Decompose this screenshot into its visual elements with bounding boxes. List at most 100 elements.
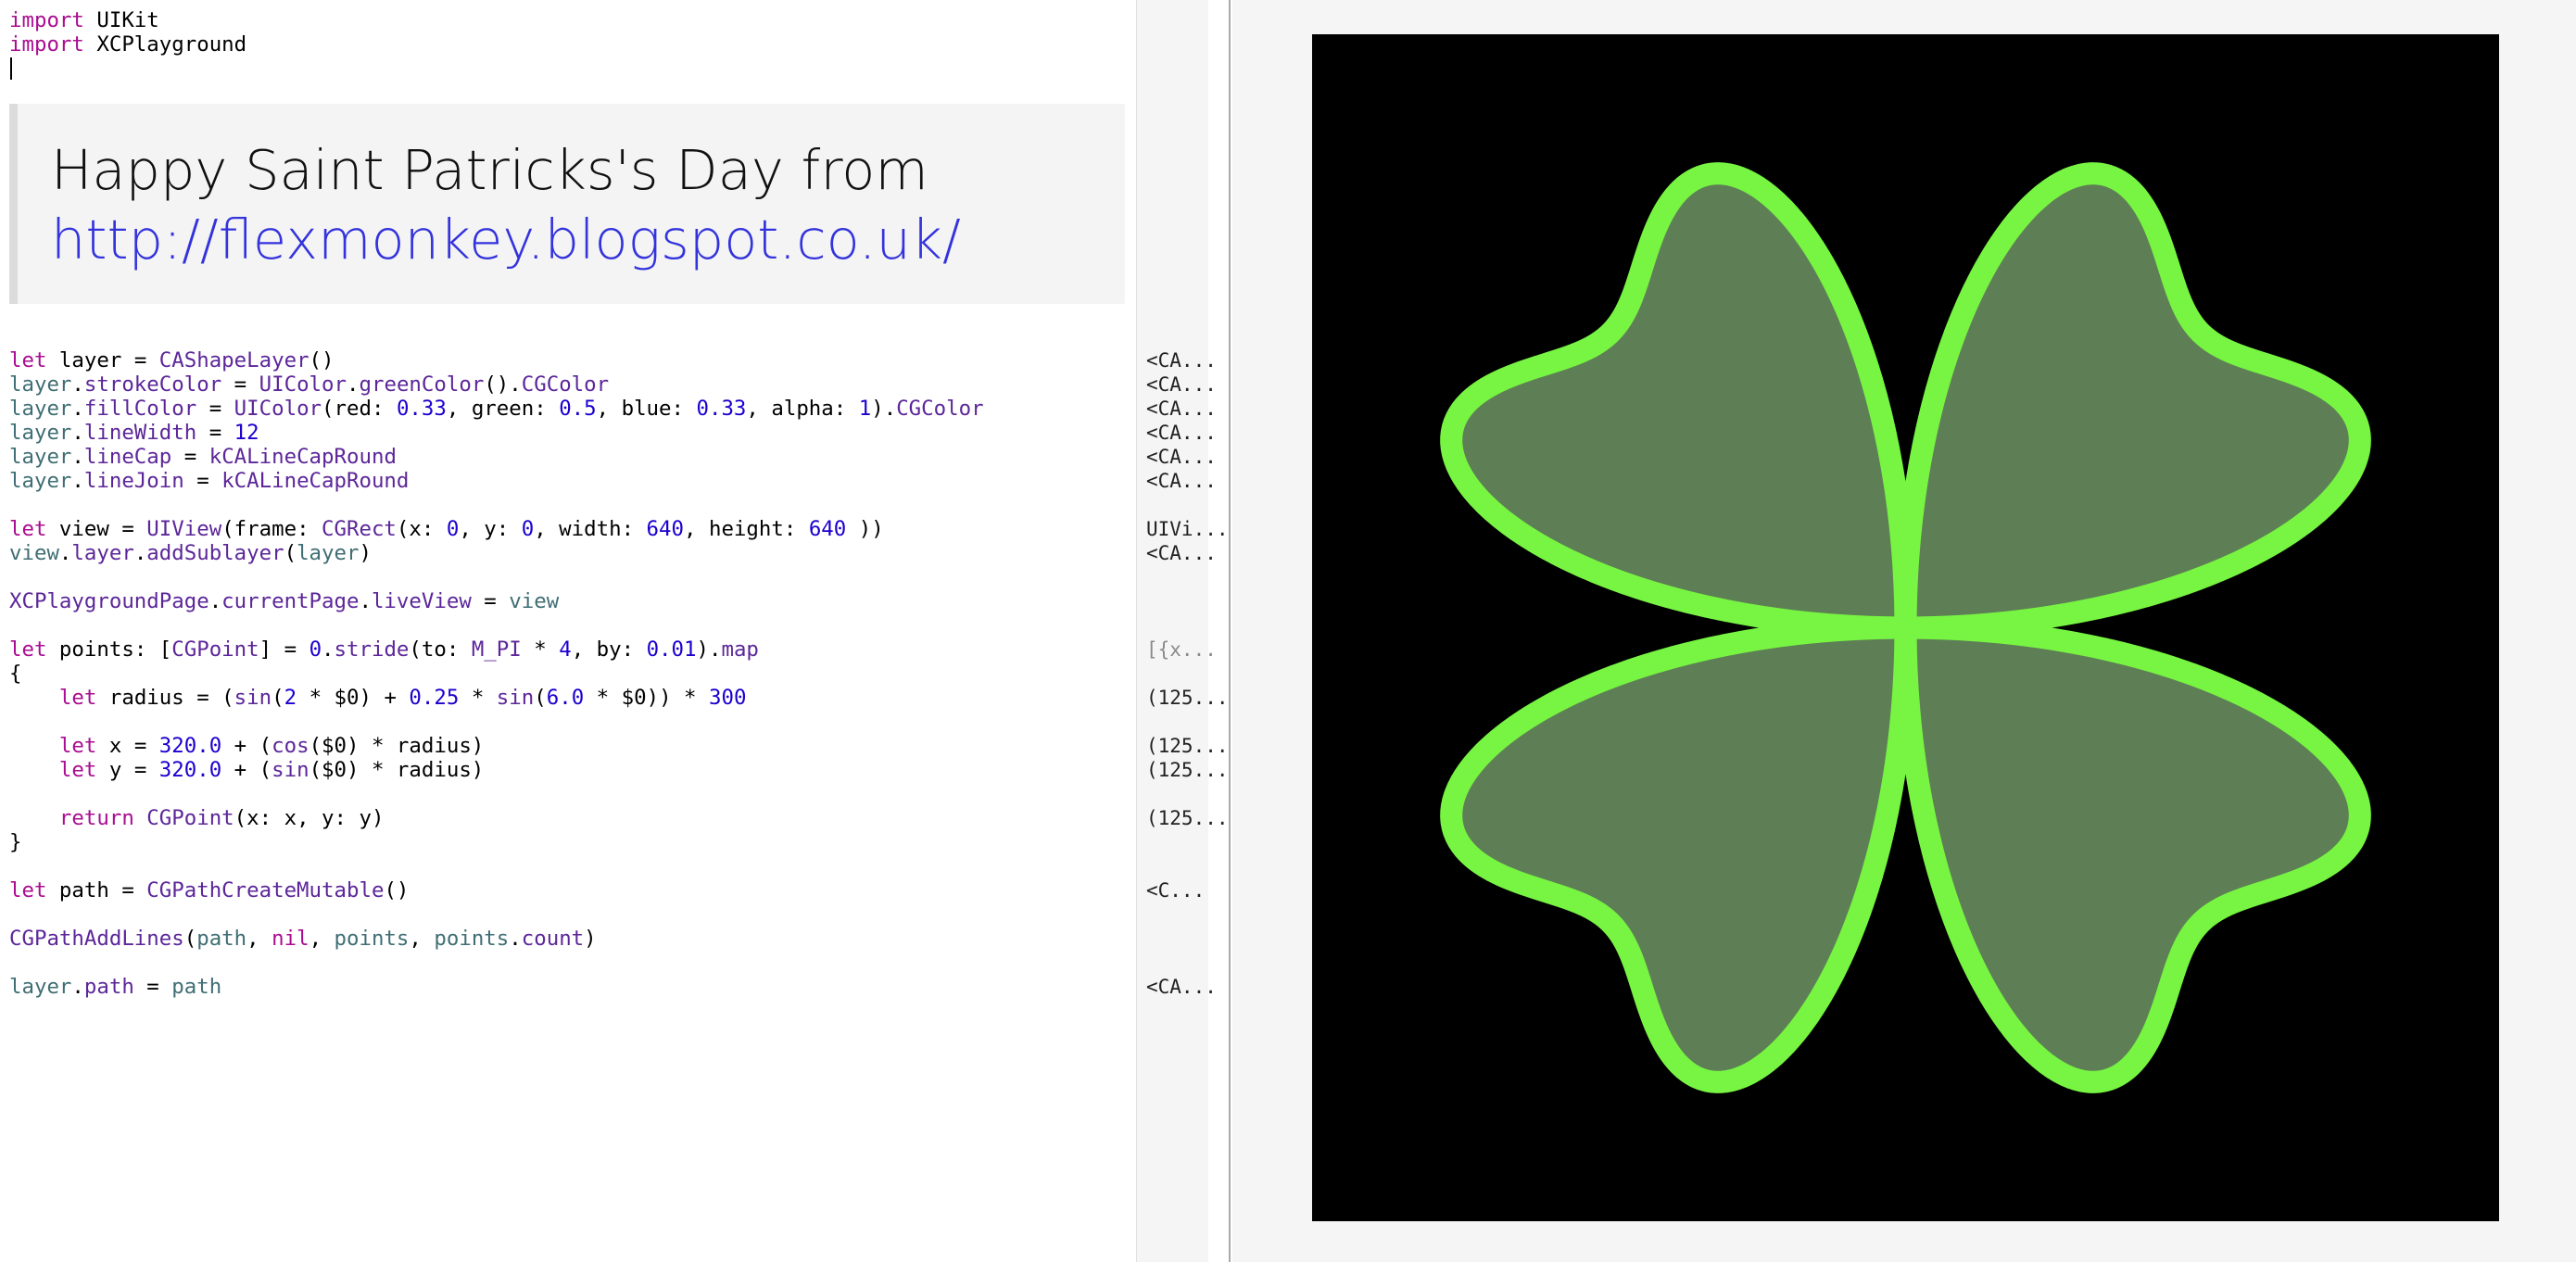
code-token: ).: [696, 637, 722, 662]
result-value[interactable]: (125...: [1146, 686, 1229, 710]
code-token: layer: [297, 541, 360, 565]
code-token: * $0) +: [297, 686, 410, 710]
code-token: map: [721, 637, 759, 662]
result-value[interactable]: (125...: [1146, 806, 1229, 830]
code-token: let: [58, 758, 97, 782]
code-token: *: [459, 686, 497, 710]
code-token: , alpha:: [746, 397, 859, 421]
pane-splitter[interactable]: [1229, 0, 1231, 1262]
code-token: view: [9, 541, 59, 565]
code-token: , green:: [446, 397, 560, 421]
text-cursor: [10, 57, 12, 80]
code-token: (red:: [322, 397, 397, 421]
code-token: 640: [808, 517, 847, 541]
code-token: , y:: [459, 517, 522, 541]
code-token: 0.33: [396, 397, 447, 421]
code-line[interactable]: layer.fillColor = UIColor(red: 0.33, gre…: [9, 397, 984, 421]
result-value[interactable]: [{x...: [1146, 637, 1217, 662]
result-value[interactable]: (125...: [1146, 758, 1229, 782]
result-value[interactable]: <CA...: [1146, 445, 1217, 469]
code-token: points: [: [46, 637, 172, 662]
code-editor[interactable]: import UIKit import XCPlayground Happy Sa…: [0, 0, 1136, 1262]
code-line[interactable]: layer.lineCap = kCALineCapRound: [9, 445, 397, 469]
code-token: 640: [646, 517, 684, 541]
code-token: 4: [559, 637, 572, 662]
code-token: =: [196, 421, 234, 445]
code-token: import: [9, 32, 84, 57]
code-token: ] =: [259, 637, 309, 662]
code-token: .: [208, 589, 222, 613]
code-line[interactable]: {: [9, 662, 21, 686]
markdown-link[interactable]: http://flexmonkey.blogspot.co.uk/: [51, 208, 961, 272]
code-token: 0: [446, 517, 460, 541]
code-token: kCALineCapRound: [221, 469, 410, 493]
code-token: (to:: [409, 637, 472, 662]
code-token: import: [9, 8, 84, 32]
result-value[interactable]: <CA...: [1146, 372, 1217, 397]
code-token: (): [309, 348, 335, 372]
result-value[interactable]: <CA...: [1146, 348, 1217, 372]
code-line[interactable]: view.layer.addSublayer(layer): [9, 541, 372, 565]
result-value[interactable]: <CA...: [1146, 975, 1217, 999]
code-token: layer: [9, 372, 72, 397]
code-token: .: [71, 469, 84, 493]
code-line[interactable]: let y = 320.0 + (sin($0) * radius): [9, 758, 484, 782]
code-line[interactable]: return CGPoint(x: x, y: y): [9, 806, 385, 830]
code-token: let: [9, 637, 47, 662]
code-token: layer: [9, 445, 72, 469]
code-line[interactable]: let x = 320.0 + (cos($0) * radius): [9, 734, 484, 758]
code-token: let: [58, 734, 97, 758]
code-token: (: [183, 927, 197, 951]
result-value[interactable]: <CA...: [1146, 541, 1217, 565]
code-token: 0.33: [696, 397, 747, 421]
code-token: 12: [234, 421, 259, 445]
code-token: points: [334, 927, 410, 951]
code-token: .: [71, 975, 84, 999]
code-token: =: [183, 469, 222, 493]
code-token: (x:: [396, 517, 447, 541]
code-token: , width:: [534, 517, 647, 541]
result-value[interactable]: <CA...: [1146, 421, 1217, 445]
code-line[interactable]: import UIKit: [9, 8, 159, 32]
code-line[interactable]: layer.lineWidth = 12: [9, 421, 259, 445]
code-token: + (: [221, 734, 272, 758]
code-line[interactable]: import XCPlayground: [9, 32, 246, 57]
code-token: UIColor: [234, 397, 322, 421]
result-value[interactable]: UIVi...: [1146, 517, 1229, 541]
code-token: layer: [9, 421, 72, 445]
code-token: * $0)) *: [584, 686, 709, 710]
code-line[interactable]: XCPlaygroundPage.currentPage.liveView = …: [9, 589, 559, 613]
results-sidebar[interactable]: <CA... <CA... <CA... <CA... <CA... <CA... UIVi…: [1136, 0, 1229, 1262]
code-token: let: [9, 517, 47, 541]
code-token: sin: [271, 758, 309, 782]
result-value[interactable]: (125...: [1146, 734, 1229, 758]
code-line[interactable]: let layer = CAShapeLayer(): [9, 348, 335, 372]
code-token: cos: [271, 734, 309, 758]
code-line[interactable]: let radius = (sin(2 * $0) + 0.25 * sin(6…: [9, 686, 747, 710]
code-line[interactable]: layer.lineJoin = kCALineCapRound: [9, 469, 409, 493]
code-token: 0.01: [646, 637, 697, 662]
code-token: path: [171, 975, 222, 999]
code-token: =: [171, 445, 209, 469]
code-token: + (: [221, 758, 272, 782]
result-value[interactable]: <CA...: [1146, 397, 1217, 421]
result-value[interactable]: <CA...: [1146, 469, 1217, 493]
code-token: (: [284, 541, 297, 565]
code-token: 0.5: [559, 397, 597, 421]
code-line[interactable]: let view = UIView(frame: CGRect(x: 0, y:…: [9, 517, 884, 541]
code-token: (x: x, y: y): [234, 806, 385, 830]
code-token: layer =: [46, 348, 159, 372]
code-line[interactable]: layer.path = path: [9, 975, 221, 999]
code-line[interactable]: layer.strokeColor = UIColor.greenColor()…: [9, 372, 609, 397]
code-token: points: [434, 927, 510, 951]
code-token: liveView: [371, 589, 472, 613]
code-line[interactable]: }: [9, 830, 21, 854]
code-token: path: [83, 975, 134, 999]
code-line[interactable]: let path = CGPathCreateMutable(): [9, 878, 409, 902]
code-line[interactable]: CGPathAddLines(path, nil, points, points…: [9, 927, 597, 951]
result-value[interactable]: <C...: [1146, 878, 1205, 902]
code-token: )): [846, 517, 884, 541]
code-line[interactable]: let points: [CGPoint] = 0.stride(to: M_P…: [9, 637, 759, 662]
code-token: layer: [9, 469, 72, 493]
